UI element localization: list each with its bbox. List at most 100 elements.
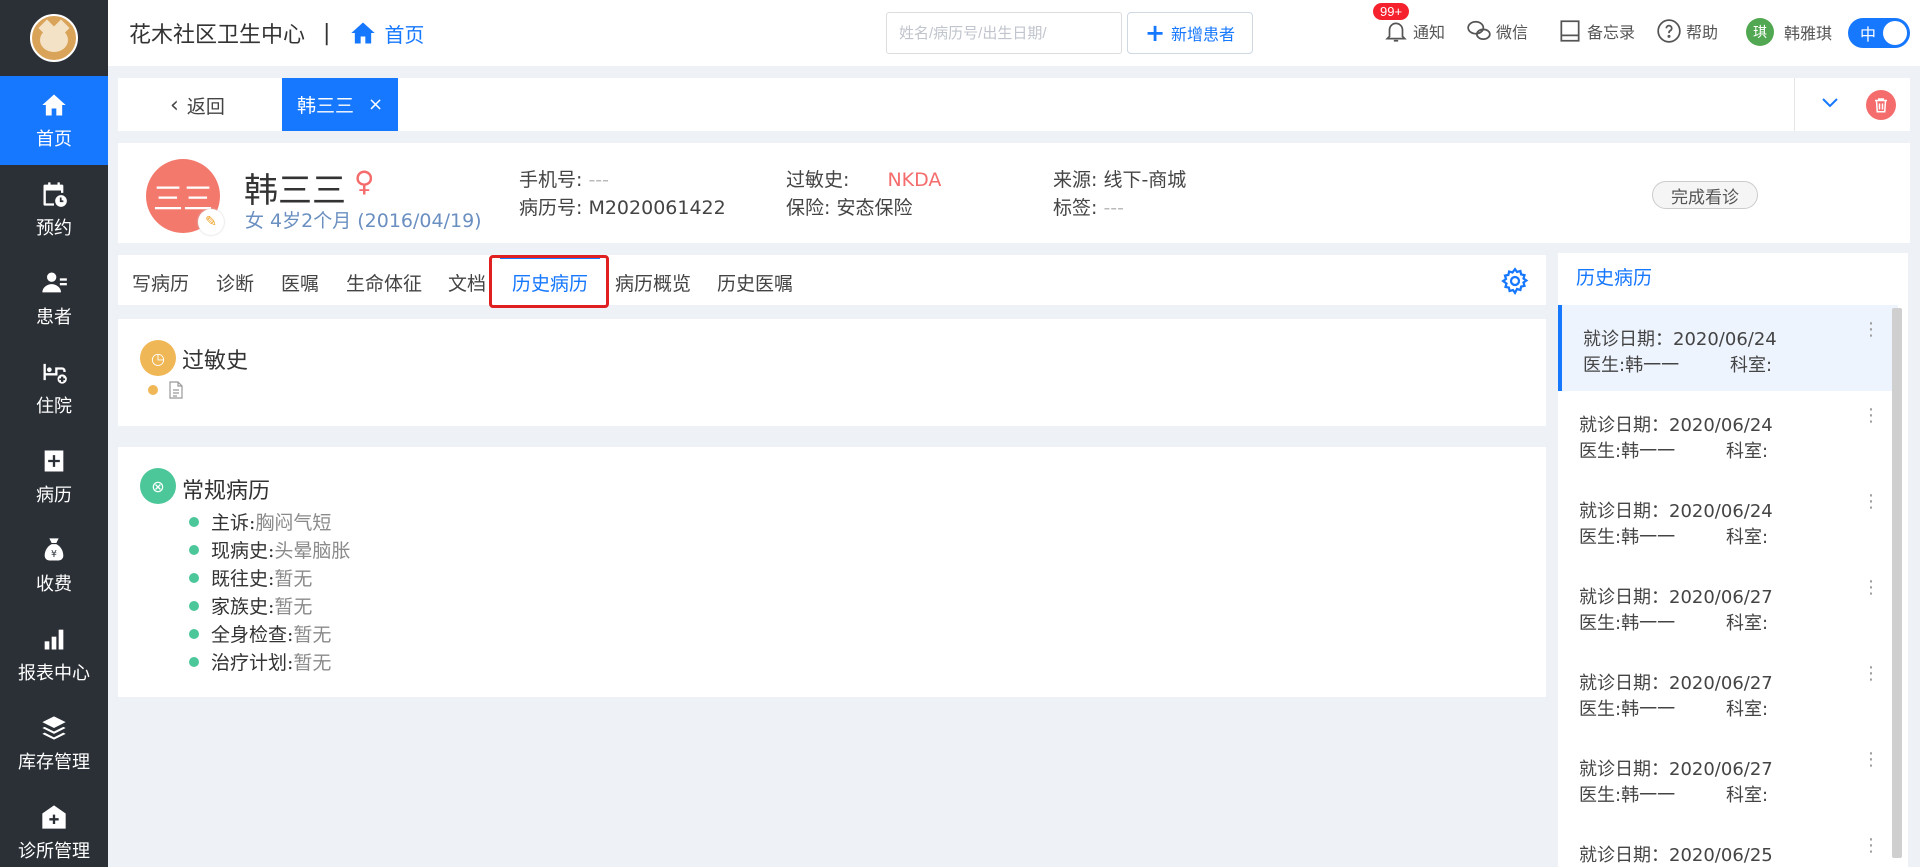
clock-icon: ◷ [140,340,176,376]
field-value: 暂无 [274,568,313,590]
visit-doctor: 医生:韩一一 [1579,527,1676,548]
field-chief-complaint: 主诉: 胸闷气短 [189,508,331,535]
back-button[interactable]: ‹ 返回 [170,92,225,119]
patient-name: 韩三三 [244,171,346,211]
sidebar-item-billing[interactable]: ¥ 收费 [0,521,108,610]
visit-doctor: 医生:韩一一 [1579,613,1676,634]
more-icon[interactable]: ⋮ [1862,749,1880,770]
notification-label: 通知 [1413,23,1446,42]
sidebar-item-label: 预约 [36,217,72,239]
delete-button[interactable] [1866,90,1896,120]
sidebar-item-home[interactable]: 首页 [0,76,108,165]
sidebar-item-label: 报表中心 [18,662,90,684]
sidebar-item-label: 收费 [36,573,72,595]
field-value: 暂无 [293,624,332,646]
visit-date: 就诊日期：2020/06/24 [1579,415,1773,436]
visit-doctor: 医生:韩一一 [1583,355,1680,376]
general-record-panel: ⊗ 常规病历 主诉: 胸闷气短 现病史: 头晕脑胀 既往史: 暂无 家族史: 暂无 全身… [118,447,1546,697]
clinic-name: 花木社区卫生中心 [129,23,306,48]
history-item[interactable]: 就诊日期：2020/06/24 医生:韩一一 科室: ⋮ [1558,477,1898,563]
chevron-left-icon: ‹ [170,93,179,118]
visit-doctor: 医生:韩一一 [1579,785,1676,806]
history-panel: 历史病历 就诊日期：2020/06/24 医生:韩一一 科室: ⋮ 就诊日期：2… [1558,253,1908,867]
memo-label: 备忘录 [1587,23,1636,42]
money-bag-icon: ¥ [44,537,64,560]
visit-doctor: 医生:韩一一 [1579,441,1676,462]
history-item[interactable]: 就诊日期：2020/06/25 ⋮ [1558,821,1898,867]
bullet-dot [189,572,199,583]
tag-value: --- [1103,197,1125,219]
history-item[interactable]: 就诊日期：2020/06/24 医生:韩一一 科室: ⋮ [1558,305,1898,391]
history-item[interactable]: 就诊日期：2020/06/27 医生:韩一一 科室: ⋮ [1558,735,1898,821]
bullet-dot [148,385,158,395]
sidebar-item-records[interactable]: 病历 [0,432,108,521]
field-present-illness: 现病史: 头晕脑胀 [189,536,350,563]
home-link[interactable]: 首页 [348,19,424,48]
tag-info: 标签: --- [1053,193,1124,220]
user-avatar: 琪 [1746,18,1774,46]
insurance-value: 安态保险 [836,197,913,219]
field-value: 胸闷气短 [255,512,332,534]
search-input[interactable] [886,12,1122,54]
more-icon[interactable]: ⋮ [1862,319,1880,340]
patient-subinfo: 女 4岁2个月 (2016/04/19) [245,210,482,232]
sidebar-item-patients[interactable]: 患者 [0,254,108,343]
help-button[interactable]: 帮助 [1656,18,1718,44]
medical-record-icon [44,450,64,471]
sidebar-item-appointment[interactable]: 预约 [0,165,108,254]
more-icon[interactable]: ⋮ [1862,577,1880,598]
bullet-dot [189,544,199,555]
new-patient-button[interactable]: + 新增患者 [1127,12,1253,54]
sidebar-item-inventory[interactable]: 库存管理 [0,699,108,788]
tab-diagnosis[interactable]: 诊断 [216,269,254,296]
edit-icon[interactable]: ✎ [198,209,224,235]
more-icon[interactable]: ⋮ [1862,491,1880,512]
tab-history-orders[interactable]: 历史医嘱 [717,269,793,296]
more-icon[interactable]: ⋮ [1862,663,1880,684]
field-value: 头晕脑胀 [274,540,351,562]
help-label: 帮助 [1686,23,1719,42]
tab-record-overview[interactable]: 病历概览 [615,269,691,296]
memo-button[interactable]: 备忘录 [1557,18,1635,44]
history-item[interactable]: 就诊日期：2020/06/24 医生:韩一一 科室: ⋮ [1558,391,1898,477]
visit-date: 就诊日期：2020/06/24 [1579,501,1773,522]
finish-visit-button[interactable]: 完成看诊 [1652,181,1758,209]
history-item[interactable]: 就诊日期：2020/06/27 医生:韩一一 科室: ⋮ [1558,563,1898,649]
bullet-dot [189,628,199,639]
history-item[interactable]: 就诊日期：2020/06/27 医生:韩一一 科室: ⋮ [1558,649,1898,735]
clinic-icon [42,804,66,829]
source-label: 来源: [1053,169,1098,191]
field-physical-exam: 全身检查: 暂无 [189,620,331,647]
language-toggle[interactable]: 中 [1848,18,1910,48]
visit-date: 就诊日期：2020/06/27 [1579,587,1773,608]
more-icon[interactable]: ⋮ [1862,835,1880,856]
close-icon[interactable]: × [368,94,383,115]
bullet-dot [189,516,199,527]
phone-label: 手机号: [519,169,583,191]
chevron-down-icon[interactable] [1818,90,1842,114]
plus-icon: + [1144,19,1166,47]
more-icon[interactable]: ⋮ [1862,405,1880,426]
divider: | [323,20,331,46]
sidebar-item-inpatient[interactable]: 住院 [0,343,108,432]
field-family-history: 家族史: 暂无 [189,592,312,619]
scrollbar[interactable] [1892,308,1902,858]
gear-icon[interactable] [1500,266,1530,296]
allergy-panel: ◷ 过敏史 [118,319,1546,426]
notification-button[interactable]: 通知 [1383,18,1445,44]
user-menu[interactable]: 琪 韩雅琪 [1746,18,1832,46]
wechat-button[interactable]: 微信 [1466,18,1528,44]
sidebar-item-label: 诊所管理 [18,840,90,862]
patient-avatar[interactable]: 三三 ✎ [146,159,224,235]
tab-vitals[interactable]: 生命体征 [346,269,422,296]
sidebar-item-reports[interactable]: 报表中心 [0,610,108,699]
sidebar-item-clinic[interactable]: 诊所管理 [0,788,108,867]
avatar[interactable] [30,14,78,62]
user-name: 韩雅琪 [1784,24,1833,43]
tab-patient[interactable]: 韩三三 × [282,78,398,131]
tab-write-record[interactable]: 写病历 [132,269,189,296]
tab-documents[interactable]: 文档 [448,269,486,296]
record-label: 病历号: [519,197,583,219]
document-icon[interactable] [168,381,184,399]
tab-orders[interactable]: 医嘱 [281,269,319,296]
